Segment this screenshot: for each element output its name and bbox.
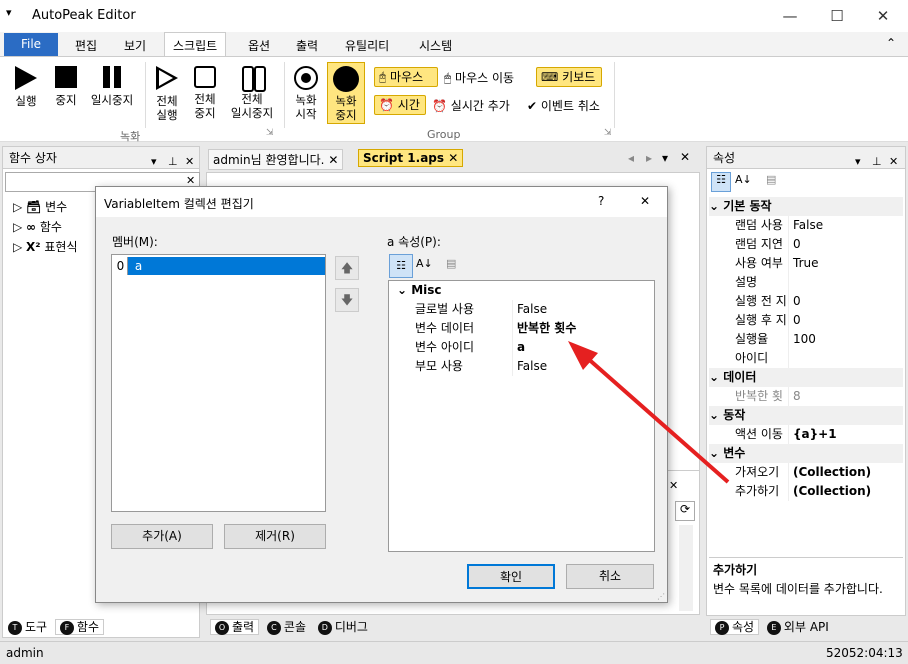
annotation-arrow (568, 341, 730, 484)
arrow-line (583, 354, 730, 484)
